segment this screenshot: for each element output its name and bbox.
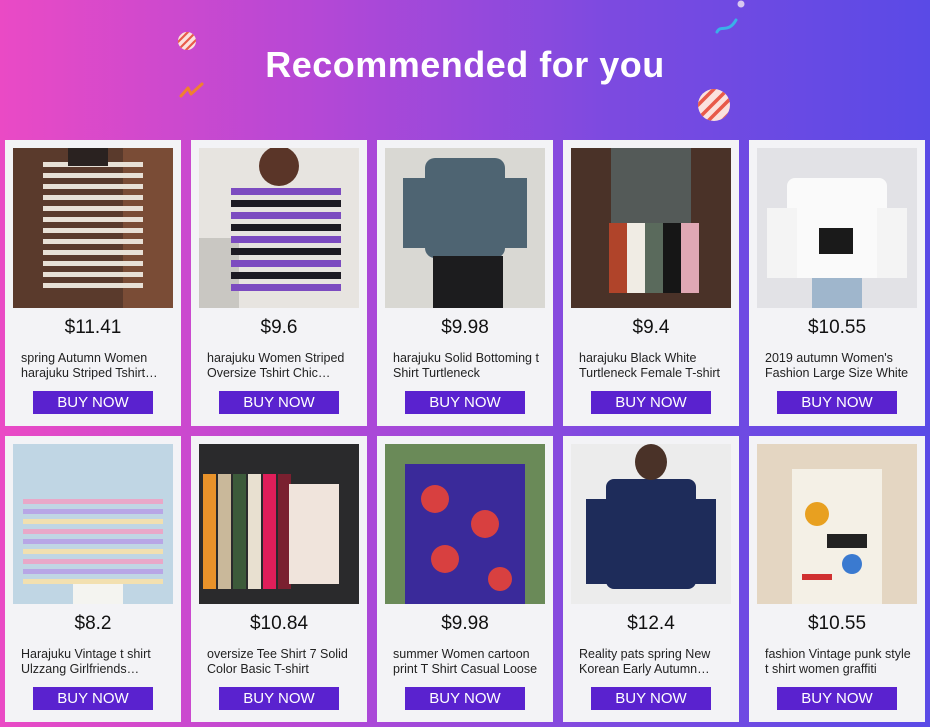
buy-now-button[interactable]: BUY NOW xyxy=(591,687,711,710)
product-price: $9.98 xyxy=(441,613,489,634)
product-image[interactable] xyxy=(13,444,173,604)
product-name[interactable]: summer Women cartoon print T Shirt Casua… xyxy=(393,647,541,677)
buy-now-button[interactable]: BUY NOW xyxy=(33,687,153,710)
product-image[interactable] xyxy=(571,444,731,604)
product-name[interactable]: oversize Tee Shirt 7 Solid Color Basic T… xyxy=(207,647,355,677)
product-name[interactable]: Harajuku Vintage t shirt Ulzzang Girlfri… xyxy=(21,647,169,677)
buy-now-button[interactable]: BUY NOW xyxy=(405,391,525,414)
product-price: $9.98 xyxy=(441,317,489,338)
product-card[interactable]: $9.98 harajuku Solid Bottoming t Shirt Tu… xyxy=(377,140,553,426)
buy-now-button[interactable]: BUY NOW xyxy=(405,687,525,710)
product-image[interactable] xyxy=(385,148,545,308)
product-name[interactable]: harajuku Women Striped Oversize Tshirt C… xyxy=(207,351,355,381)
header-banner: Recommended for you xyxy=(0,0,930,140)
buy-now-button[interactable]: BUY NOW xyxy=(777,391,897,414)
product-image[interactable] xyxy=(757,444,917,604)
product-image[interactable] xyxy=(199,444,359,604)
buy-now-button[interactable]: BUY NOW xyxy=(219,687,339,710)
product-card[interactable]: $10.55 2019 autumn Women's Fashion Large … xyxy=(749,140,925,426)
product-name[interactable]: spring Autumn Women harajuku Striped Tsh… xyxy=(21,351,169,381)
page-title: Recommended for you xyxy=(265,44,665,85)
product-price: $9.4 xyxy=(632,317,670,338)
product-name[interactable]: harajuku Solid Bottoming t Shirt Turtlen… xyxy=(393,351,541,381)
product-card[interactable]: $9.6 harajuku Women Striped Oversize Tshi… xyxy=(191,140,367,426)
product-card[interactable]: $9.4 harajuku Black White Turtleneck Fema… xyxy=(563,140,739,426)
product-name[interactable]: fashion Vintage punk style t shirt women… xyxy=(765,647,913,677)
product-image[interactable] xyxy=(757,148,917,308)
product-image[interactable] xyxy=(199,148,359,308)
product-price: $9.6 xyxy=(260,317,298,338)
product-image[interactable] xyxy=(385,444,545,604)
product-price: $10.55 xyxy=(807,317,867,338)
product-name[interactable]: harajuku Black White Turtleneck Female T… xyxy=(579,351,727,381)
striped-ball-icon xyxy=(698,89,730,121)
product-price: $8.2 xyxy=(74,613,112,634)
product-image[interactable] xyxy=(571,148,731,308)
product-card[interactable]: $10.55 fashion Vintage punk style t shirt… xyxy=(749,436,925,722)
product-card[interactable]: $9.98 summer Women cartoon print T Shirt … xyxy=(377,436,553,722)
product-price: $12.4 xyxy=(627,613,675,634)
product-price: $10.84 xyxy=(249,613,309,634)
buy-now-button[interactable]: BUY NOW xyxy=(219,391,339,414)
product-card[interactable]: $12.4 Reality pats spring New Korean Earl… xyxy=(563,436,739,722)
product-name[interactable]: Reality pats spring New Korean Early Aut… xyxy=(579,647,727,677)
product-name[interactable]: 2019 autumn Women's Fashion Large Size W… xyxy=(765,351,913,381)
product-card[interactable]: $8.2 Harajuku Vintage t shirt Ulzzang Gir… xyxy=(5,436,181,722)
product-card[interactable]: $10.84 oversize Tee Shirt 7 Solid Color B… xyxy=(191,436,367,722)
buy-now-button[interactable]: BUY NOW xyxy=(33,391,153,414)
buy-now-button[interactable]: BUY NOW xyxy=(777,687,897,710)
product-price: $11.41 xyxy=(64,317,122,338)
product-price: $10.55 xyxy=(807,613,867,634)
product-image[interactable] xyxy=(13,148,173,308)
swirl-confetti-icon xyxy=(715,18,738,34)
product-card[interactable]: $11.41 spring Autumn Women harajuku Strip… xyxy=(5,140,181,426)
buy-now-button[interactable]: BUY NOW xyxy=(591,391,711,414)
dot-confetti-icon xyxy=(737,0,745,8)
